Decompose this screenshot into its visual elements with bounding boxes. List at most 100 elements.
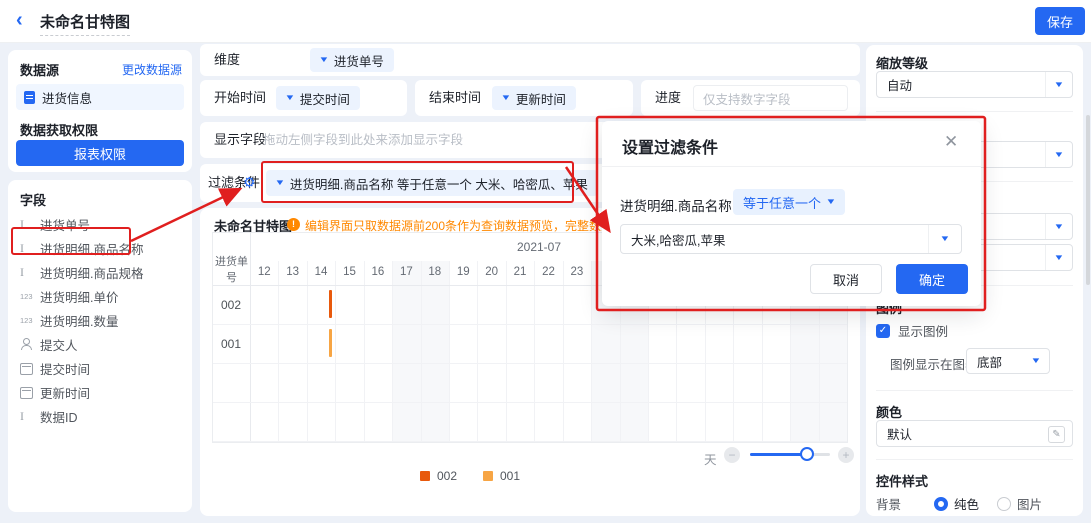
field-item[interactable]: I进货明细.商品规格: [20, 260, 186, 284]
grid-hline: [213, 441, 847, 442]
progress-label: 进度: [655, 80, 681, 116]
show-legend-label: 显示图例: [898, 321, 948, 340]
fields-panel: 字段 I进货单号I进货明细.商品名称I进货明细.商品规格123进货明细.单价12…: [8, 180, 192, 512]
day-label: 16: [364, 266, 392, 280]
legend-item[interactable]: 001: [483, 469, 520, 483]
progress-placeholder: 仅支持数字字段: [703, 89, 791, 108]
back-icon[interactable]: ‹: [16, 8, 23, 32]
filter-value-input[interactable]: 大米,哈密瓜,苹果 ▼: [620, 224, 962, 254]
day-label: 23: [563, 266, 591, 280]
month-label: 2021-07: [489, 240, 589, 254]
legend-position-select[interactable]: 底部 ▼: [966, 348, 1050, 374]
close-icon[interactable]: ✕: [944, 132, 958, 152]
calendar-icon: [20, 363, 33, 375]
show-legend-checkbox[interactable]: ✓: [876, 324, 890, 338]
start-time-row: 开始时间 ▼ 提交时间: [200, 80, 407, 116]
grid-vline: [563, 261, 564, 441]
caret-down-icon: ▼: [1053, 151, 1064, 159]
field-label: 进货明细.单价: [40, 287, 118, 306]
field-item[interactable]: I进货单号: [20, 212, 186, 236]
color-select[interactable]: 默认 ✎: [876, 420, 1073, 447]
end-time-field-chip[interactable]: ▼ 更新时间: [492, 86, 576, 110]
change-datasource-link[interactable]: 更改数据源: [122, 61, 182, 78]
calendar-icon: [20, 387, 33, 399]
filter-settings-gear-icon[interactable]: ⚙: [243, 175, 256, 189]
cancel-button[interactable]: 取消: [810, 264, 882, 294]
legend-position-label: 图例显示在图表: [890, 354, 978, 373]
permission-title: 数据获取权限: [20, 120, 98, 139]
progress-input[interactable]: 仅支持数字字段: [693, 85, 848, 111]
gantt-bar[interactable]: [329, 329, 332, 357]
start-time-field-value: 提交时间: [300, 89, 350, 108]
datasource-item[interactable]: 进货信息: [16, 84, 184, 110]
field-label: 提交时间: [40, 359, 90, 378]
settings-scrollbar[interactable]: [1086, 115, 1090, 285]
field-label: 进货明细.数量: [40, 311, 118, 330]
start-time-field-chip[interactable]: ▼ 提交时间: [276, 86, 360, 110]
zoom-slider-handle[interactable]: [800, 447, 814, 461]
zoom-level-title: 缩放等级: [876, 53, 928, 72]
bg-solid-label: 纯色: [954, 494, 979, 513]
bg-solid-radio[interactable]: [934, 497, 948, 511]
confirm-button[interactable]: 确定: [896, 264, 968, 294]
report-permission-button[interactable]: 报表权限: [16, 140, 184, 166]
row-header-separator: [250, 233, 251, 442]
field-item[interactable]: 提交时间: [20, 356, 186, 380]
save-button[interactable]: 保存: [1035, 7, 1085, 35]
gantt-row-label: 001: [221, 337, 241, 351]
operator-select-chip[interactable]: 等于任意一个 ▼: [733, 189, 845, 215]
field-label: 进货单号: [40, 215, 90, 234]
datasource-panel: 数据源 更改数据源 进货信息 数据获取权限 报表权限: [8, 50, 192, 172]
end-time-row: 结束时间 ▼ 更新时间: [415, 80, 633, 116]
field-item[interactable]: 提交人: [20, 332, 186, 356]
field-item[interactable]: 更新时间: [20, 380, 186, 404]
zoom-in-icon[interactable]: +: [838, 447, 854, 463]
zoom-slider-fill: [750, 453, 806, 456]
edit-pencil-icon[interactable]: ✎: [1048, 426, 1065, 443]
color-value: 默认: [887, 424, 912, 443]
gantt-legend: 002 001: [270, 469, 670, 483]
caret-down-icon: ▼: [318, 56, 329, 64]
caret-down-icon: ▼: [274, 179, 285, 187]
date-field-icon: [20, 386, 40, 399]
grid-vline: [449, 261, 450, 441]
field-item[interactable]: 123进货明细.单价: [20, 284, 186, 308]
caret-down-icon: ▼: [1053, 81, 1064, 89]
grid-vline: [364, 261, 365, 441]
grid-vline: [534, 261, 535, 441]
day-label: 19: [449, 266, 477, 280]
field-label: 更新时间: [40, 383, 90, 402]
time-unit-label: 天: [704, 449, 717, 468]
gantt-row-label: 002: [221, 298, 241, 312]
weekend-shade: [421, 261, 449, 441]
day-label: 14: [307, 266, 335, 280]
grid-vline: [591, 261, 592, 441]
day-label: 17: [392, 266, 420, 280]
day-label: 21: [506, 266, 534, 280]
legend-swatch: [483, 471, 493, 481]
gantt-bar[interactable]: [329, 290, 332, 318]
field-item[interactable]: I数据ID: [20, 404, 186, 428]
zoom-level-select[interactable]: 自动 ▼: [876, 71, 1073, 98]
grid-hline: [213, 363, 847, 364]
filter-condition-chip[interactable]: ▼ 进货明细.商品名称 等于任意一个 大米、哈密瓜、苹果: [266, 170, 598, 196]
dimension-field-chip[interactable]: ▼ 进货单号: [310, 48, 394, 72]
day-label: 22: [534, 266, 562, 280]
field-item[interactable]: I进货明细.商品名称: [20, 236, 186, 260]
grid-vline: [307, 261, 308, 441]
display-fields-dropzone[interactable]: 拖动左侧字段到此处来添加显示字段: [263, 122, 463, 158]
caret-down-icon: ▼: [1053, 223, 1064, 231]
day-label: 15: [335, 266, 363, 280]
legend-item[interactable]: 002: [420, 469, 457, 483]
grid-hline: [213, 324, 847, 325]
page-title[interactable]: 未命名甘特图: [40, 11, 130, 36]
bg-image-radio[interactable]: [997, 497, 1011, 511]
bg-image-label: 图片: [1017, 494, 1042, 513]
text-field-icon: I: [20, 217, 40, 232]
zoom-out-icon[interactable]: −: [724, 447, 740, 463]
grid-hline: [213, 402, 847, 403]
warning-icon: !: [287, 218, 300, 231]
field-label: 提交人: [40, 335, 78, 354]
field-item[interactable]: 123进货明细.数量: [20, 308, 186, 332]
day-label: 20: [477, 266, 505, 280]
